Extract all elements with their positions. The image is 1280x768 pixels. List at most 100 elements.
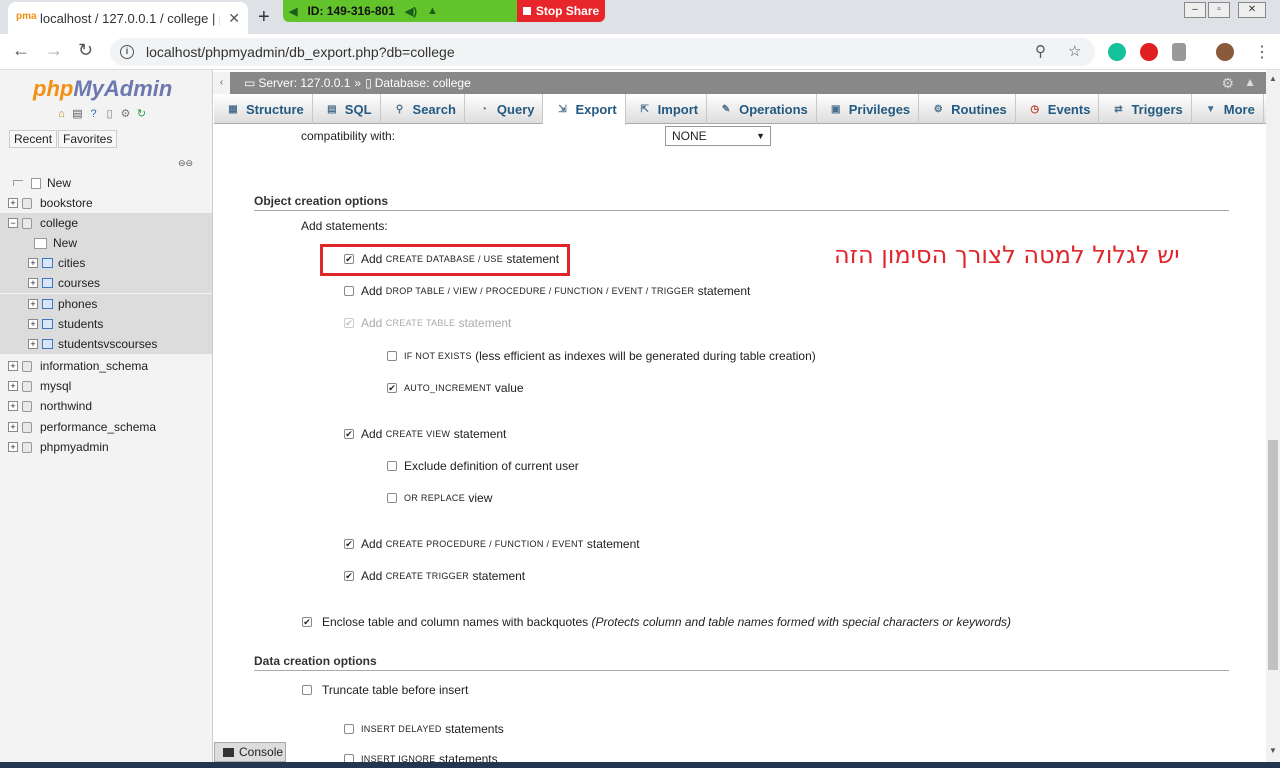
tree-item-mysql[interactable]: + mysql [0, 376, 212, 396]
expand-icon[interactable]: + [28, 258, 38, 268]
info-icon[interactable]: i [120, 45, 134, 59]
bookmark-star-icon[interactable]: ☆ [1068, 42, 1081, 60]
tree-item-bookstore[interactable]: + bookstore [0, 193, 212, 213]
truncate-checkbox[interactable] [302, 685, 312, 695]
logout-icon[interactable]: ▤ [71, 108, 84, 121]
or-replace-checkbox[interactable] [387, 493, 397, 503]
restore-button[interactable]: ▫ [1208, 2, 1230, 18]
tree-item-information-schema[interactable]: + information_schema [0, 356, 212, 376]
drop-checkbox[interactable] [344, 286, 354, 296]
tree-item-studentsvscourses[interactable]: + studentsvscourses [0, 334, 212, 354]
tree-item-courses[interactable]: + courses [0, 273, 212, 293]
exclude-definer-option[interactable]: Exclude definition of current user [387, 459, 579, 473]
tree-item-phpmyadmin[interactable]: + phpmyadmin [0, 437, 212, 457]
phpmyadmin-logo[interactable]: phpMyAdmin [33, 76, 172, 102]
expand-icon[interactable]: + [8, 401, 18, 411]
create-trigger-checkbox[interactable]: ✔ [344, 571, 354, 581]
tab-operations[interactable]: ✎ Operations [707, 94, 817, 124]
compatibility-select[interactable]: NONE ▼ [665, 126, 771, 146]
exclude-definer-checkbox[interactable] [387, 461, 397, 471]
recent-button[interactable]: Recent [9, 130, 58, 148]
breadcrumb-database[interactable]: Database: college [375, 76, 471, 90]
scroll-down-icon[interactable]: ▼ [1269, 746, 1277, 755]
insert-delayed-checkbox[interactable] [344, 724, 354, 734]
stop-share-button[interactable]: Stop Share [517, 0, 605, 22]
tree-item-cities[interactable]: + cities [0, 253, 212, 273]
avatar[interactable] [1216, 43, 1234, 61]
expand-icon[interactable]: + [28, 319, 38, 329]
scroll-up-icon[interactable]: ▲ [1269, 74, 1277, 83]
or-replace-option[interactable]: OR REPLACE view [387, 491, 492, 505]
tab-sql[interactable]: ▤ SQL [313, 94, 381, 124]
reload-nav-icon[interactable]: ↻ [135, 108, 148, 121]
tab-events[interactable]: ◷ Events [1016, 94, 1100, 124]
create-procedure-option[interactable]: ✔ Add CREATE PROCEDURE / FUNCTION / EVEN… [344, 537, 640, 551]
new-tab-button[interactable]: + [258, 6, 270, 29]
expand-icon[interactable]: + [28, 299, 38, 309]
scroll-top-icon[interactable]: ▲ [1244, 75, 1256, 89]
tab-import[interactable]: ⇱ Import [626, 94, 708, 124]
docs-icon[interactable]: ▯ [103, 108, 116, 121]
close-window-button[interactable]: ✕ [1238, 2, 1266, 18]
collapse-all-icon[interactable]: ⊖⊖ [178, 158, 193, 168]
tree-item-new-table[interactable]: New [0, 233, 212, 253]
if-not-exists-checkbox[interactable] [387, 351, 397, 361]
backquotes-checkbox[interactable]: ✔ [302, 617, 312, 627]
address-bar[interactable]: i localhost/phpmyadmin/db_export.php?db=… [110, 38, 1095, 66]
adblock-icon[interactable] [1140, 43, 1158, 61]
tab-more[interactable]: ▼ More [1192, 94, 1264, 124]
auto-increment-option[interactable]: ✔ AUTO_INCREMENT value [387, 381, 524, 395]
auto-increment-checkbox[interactable]: ✔ [387, 383, 397, 393]
create-view-checkbox[interactable]: ✔ [344, 429, 354, 439]
vertical-scrollbar[interactable]: ▲ ▼ [1266, 70, 1280, 768]
settings-gear-icon[interactable]: ⚙ [119, 108, 132, 121]
tree-item-college[interactable]: − college [0, 213, 212, 233]
drop-statement-option[interactable]: Add DROP TABLE / VIEW / PROCEDURE / FUNC… [344, 284, 750, 298]
minimize-button[interactable]: – [1184, 2, 1206, 18]
tab-privileges[interactable]: ▣ Privileges [817, 94, 920, 124]
expand-icon[interactable]: + [8, 442, 18, 452]
expand-icon[interactable]: + [28, 278, 38, 288]
close-tab-icon[interactable]: ✕ [228, 10, 240, 27]
tab-structure[interactable]: ▦ Structure [214, 94, 313, 124]
tab-query[interactable]: ◔ Query [465, 94, 544, 124]
tree-item-new-database[interactable]: New [0, 173, 212, 193]
back-arrow-icon[interactable]: ← [12, 40, 30, 61]
menu-kebab-icon[interactable]: ⋮ [1254, 42, 1270, 62]
tab-search[interactable]: ⚲ Search [381, 94, 465, 124]
zoom-icon[interactable]: ⚲ [1035, 42, 1046, 60]
expand-icon[interactable]: + [8, 381, 18, 391]
help-icon[interactable]: ? [87, 108, 100, 121]
expand-icon[interactable]: + [28, 339, 38, 349]
collapse-icon[interactable]: − [8, 218, 18, 228]
backquotes-option[interactable]: ✔ Enclose table and column names with ba… [302, 615, 1011, 629]
tree-item-performance-schema[interactable]: + performance_schema [0, 417, 212, 437]
tab-routines[interactable]: ⚙ Routines [919, 94, 1016, 124]
insert-delayed-option[interactable]: INSERT DELAYED statements [344, 722, 504, 736]
expand-icon[interactable]: + [8, 198, 18, 208]
favorites-button[interactable]: Favorites [58, 130, 118, 148]
expand-icon[interactable]: + [8, 361, 18, 371]
settings-gear-icon[interactable]: ⚙ [1221, 75, 1234, 92]
console-button[interactable]: Console [214, 742, 286, 762]
reload-icon[interactable]: ↻ [78, 40, 93, 61]
home-icon[interactable]: ⌂ [55, 108, 68, 121]
truncate-option[interactable]: Truncate table before insert [302, 683, 468, 697]
scrollbar-thumb[interactable] [1268, 440, 1278, 670]
shield-icon[interactable] [1172, 43, 1186, 61]
breadcrumb-server[interactable]: Server: 127.0.0.1 [258, 76, 350, 90]
speaker-icon[interactable]: ◀) [405, 5, 417, 18]
browser-tab[interactable]: pma localhost / 127.0.0.1 / college | ph… [8, 2, 248, 34]
create-trigger-option[interactable]: ✔ Add CREATE TRIGGER statement [344, 569, 525, 583]
create-view-option[interactable]: ✔ Add CREATE VIEW statement [344, 427, 506, 441]
tree-item-students[interactable]: + students [0, 314, 212, 334]
tree-item-phones[interactable]: + phones [0, 294, 212, 314]
grammarly-icon[interactable] [1108, 43, 1126, 61]
expand-icon[interactable]: + [8, 422, 18, 432]
create-procedure-checkbox[interactable]: ✔ [344, 539, 354, 549]
tree-item-northwind[interactable]: + northwind [0, 396, 212, 416]
tab-export[interactable]: ⇲ Export [543, 94, 626, 125]
forward-arrow-icon[interactable]: → [45, 40, 63, 61]
collapse-sidebar-icon[interactable]: ‹ [213, 72, 230, 94]
if-not-exists-option[interactable]: IF NOT EXISTS (less efficient as indexes… [387, 349, 816, 363]
